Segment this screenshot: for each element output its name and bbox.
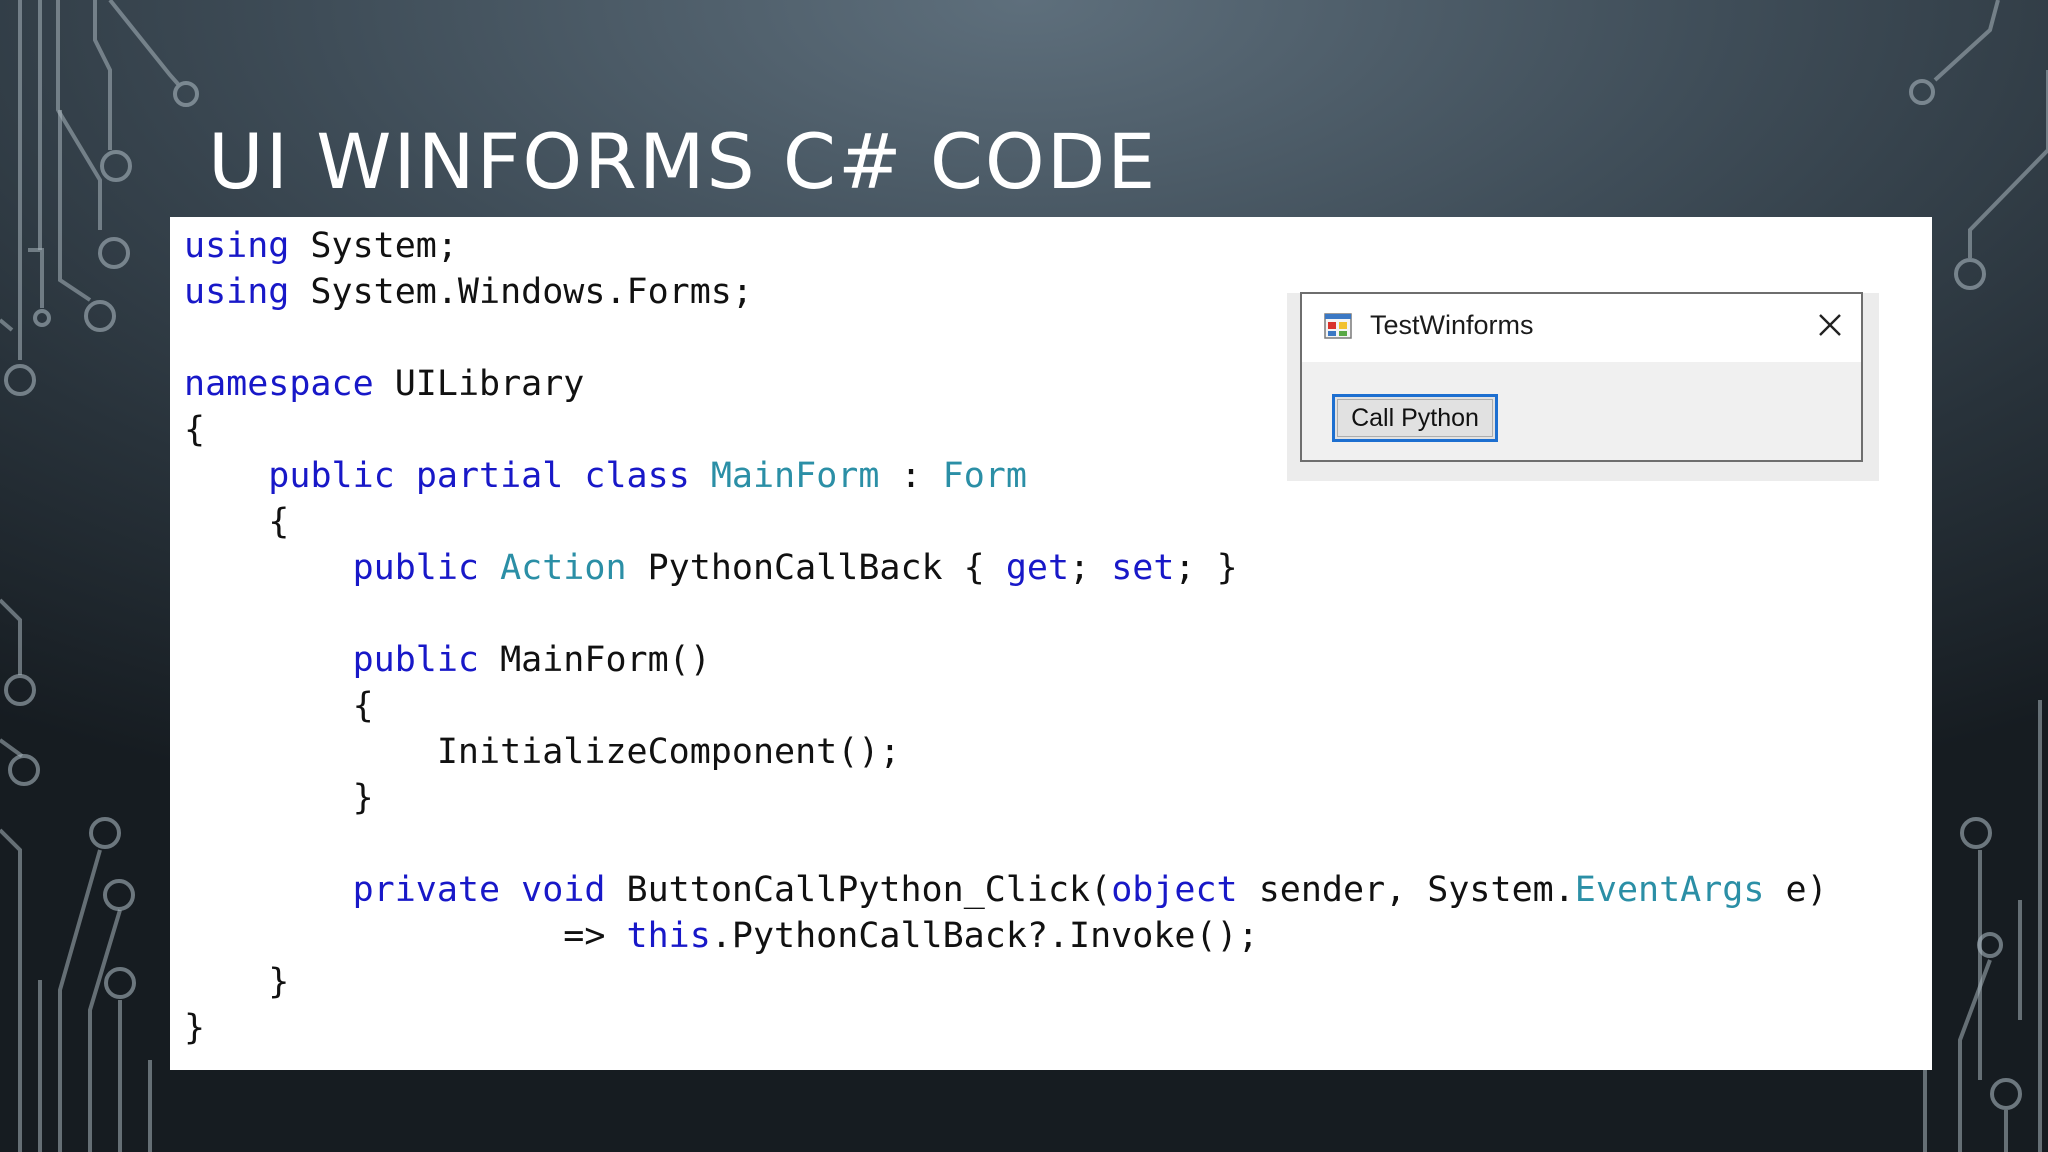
code-keyword: namespace: [184, 364, 374, 404]
code-text: =>: [184, 916, 627, 956]
code-keyword: class: [584, 456, 690, 496]
code-keyword: this: [626, 916, 711, 956]
code-keyword: partial: [415, 456, 564, 496]
code-text: ButtonCallPython_Click(: [605, 870, 1112, 910]
code-text: :: [879, 456, 943, 496]
code-keyword: using: [184, 226, 290, 266]
code-text: .PythonCallBack?.Invoke();: [710, 916, 1259, 956]
window-title: TestWinforms: [1370, 310, 1534, 340]
close-button[interactable]: [1805, 302, 1855, 348]
code-keyword: object: [1111, 870, 1238, 910]
code-keyword: set: [1111, 548, 1175, 588]
code-keyword: using: [184, 272, 290, 312]
call-python-button-label: Call Python: [1337, 399, 1493, 437]
code-text: }: [184, 1008, 206, 1048]
code-type: Action: [500, 548, 627, 588]
code-text: }: [184, 962, 290, 1002]
code-keyword: get: [1005, 548, 1070, 588]
code-type: MainForm: [710, 456, 880, 496]
code-line: }: [184, 959, 1828, 1005]
window-titlebar[interactable]: TestWinforms: [1302, 294, 1861, 362]
code-text: System.Windows.Forms;: [289, 272, 753, 312]
close-icon: [1819, 314, 1841, 336]
code-line: using System;: [184, 223, 1828, 269]
winforms-window[interactable]: TestWinforms Call Python: [1300, 292, 1863, 462]
code-keyword: public: [352, 548, 480, 588]
code-line: {: [184, 683, 1828, 729]
code-text: }: [184, 778, 374, 818]
code-type: Form: [942, 456, 1027, 496]
code-text: {: [184, 410, 206, 450]
call-python-button[interactable]: Call Python: [1332, 394, 1498, 442]
code-line: => this.PythonCallBack?.Invoke();: [184, 913, 1828, 959]
winforms-app-icon: [1324, 313, 1352, 339]
code-text: {: [184, 686, 374, 726]
code-line: private void ButtonCallPython_Click(obje…: [184, 867, 1828, 913]
code-line: }: [184, 1005, 1828, 1051]
code-text: InitializeComponent();: [184, 732, 901, 772]
code-keyword: void: [521, 870, 606, 910]
slide-title: UI WINFORMS C# CODE: [208, 117, 1158, 206]
code-keyword: public: [352, 640, 480, 680]
code-text: System;: [289, 226, 458, 266]
code-line: }: [184, 775, 1828, 821]
code-line: public MainForm(): [184, 637, 1828, 683]
code-text: ;: [1069, 548, 1112, 588]
code-text: sender, System.: [1237, 870, 1575, 910]
code-keyword: public: [268, 456, 395, 496]
code-text: UILibrary: [373, 364, 585, 404]
code-line: public Action PythonCallBack { get; set;…: [184, 545, 1828, 591]
code-line: {: [184, 499, 1828, 545]
code-text: e): [1764, 870, 1828, 910]
code-keyword: private: [352, 870, 501, 910]
code-line: InitializeComponent();: [184, 729, 1828, 775]
code-type: EventArgs: [1574, 870, 1765, 910]
code-text: {: [184, 502, 290, 542]
code-text: PythonCallBack {: [626, 548, 1006, 588]
code-text: ; }: [1174, 548, 1238, 588]
code-text: MainForm(): [479, 640, 711, 680]
